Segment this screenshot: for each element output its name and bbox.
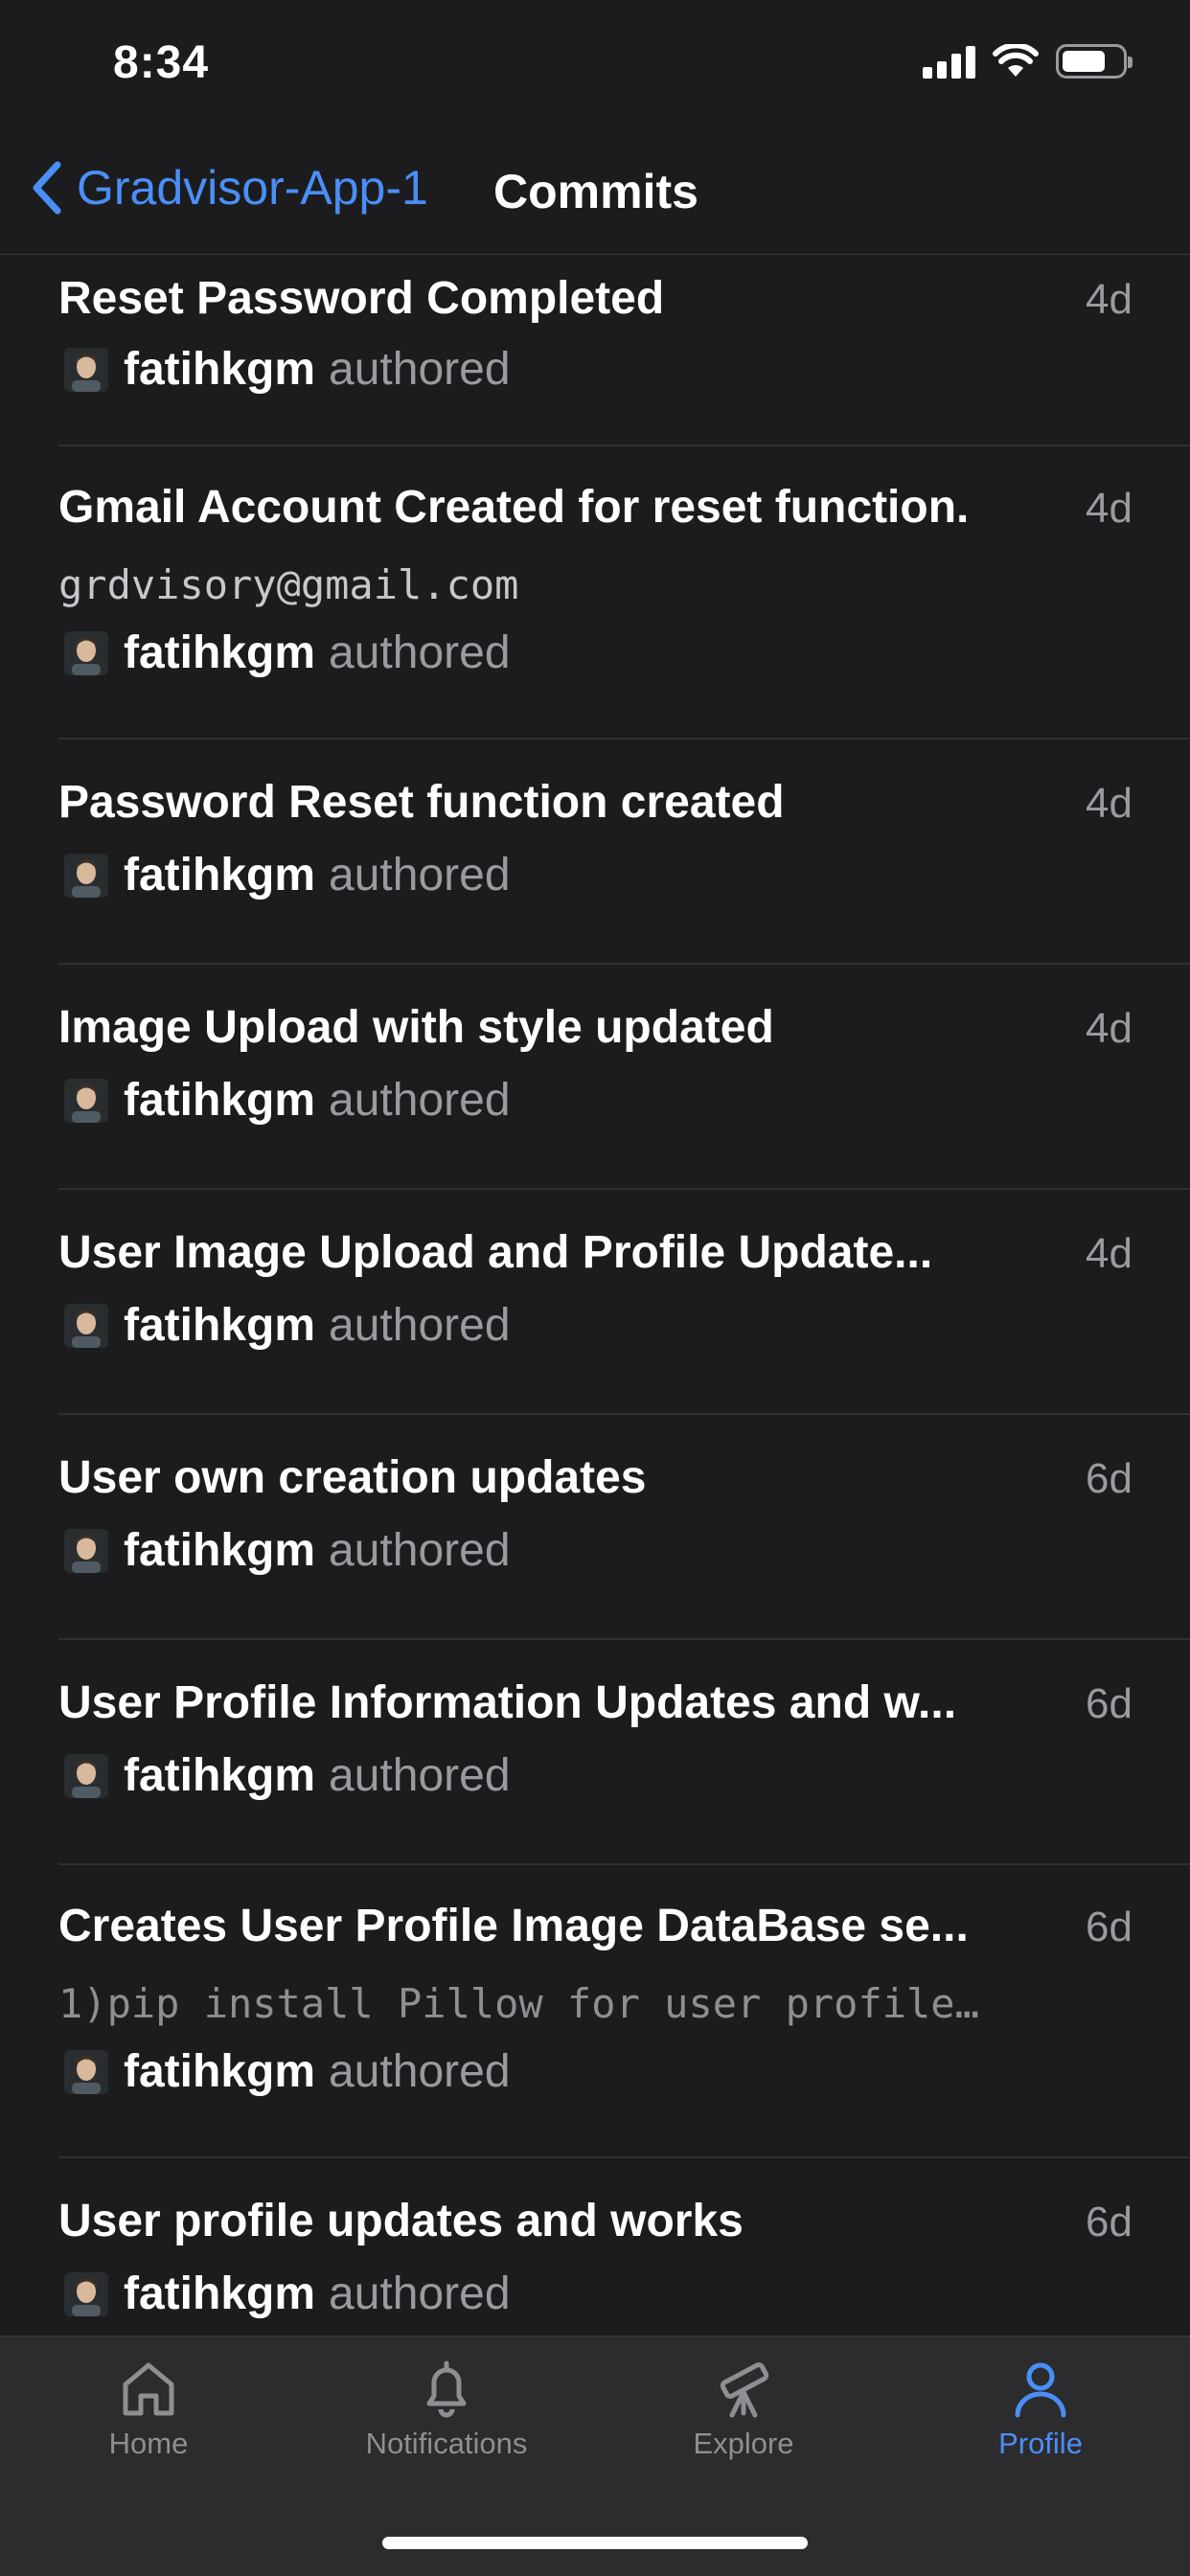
avatar[interactable]	[64, 853, 108, 898]
status-icons	[923, 44, 1133, 79]
commit-title: User Image Upload and Profile Update...	[58, 1227, 933, 1278]
commit-title: Gmail Account Created for reset function…	[58, 482, 970, 533]
commit-age: 6d	[1086, 1904, 1133, 1950]
commit-row[interactable]: Reset Password Completed 4d fatihkgm aut…	[58, 255, 1190, 446]
commit-row[interactable]: Password Reset function created 4d fatih…	[58, 740, 1190, 965]
author-action: authored	[329, 2046, 511, 2097]
tab-home[interactable]: Home	[24, 2358, 273, 2461]
commit-title: User profile updates and works	[58, 2196, 744, 2246]
person-icon	[1015, 2362, 1066, 2418]
avatar[interactable]	[64, 1303, 108, 1348]
commit-age: 4d	[1086, 276, 1133, 323]
commit-body: grdvisory@gmail.com	[58, 561, 519, 608]
commit-title: Creates User Profile Image DataBase se..…	[58, 1901, 969, 1951]
avatar[interactable]	[64, 347, 108, 392]
commit-age: 6d	[1086, 1680, 1133, 1727]
tab-profile[interactable]: Profile	[916, 2358, 1165, 2461]
wifi-icon	[993, 44, 1039, 77]
author-name[interactable]: fatihkgm	[124, 849, 315, 901]
tab-label: Home	[108, 2427, 189, 2460]
author-action: authored	[329, 1300, 511, 1351]
author-action: authored	[329, 627, 511, 678]
commit-row[interactable]: User Profile Information Updates and w..…	[58, 1640, 1190, 1865]
commit-title: Reset Password Completed	[58, 273, 665, 324]
commit-age: 6d	[1086, 2199, 1133, 2245]
commit-age: 4d	[1086, 780, 1133, 827]
avatar[interactable]	[64, 630, 108, 675]
author-name[interactable]: fatihkgm	[124, 1074, 315, 1127]
status-bar: 8:34	[0, 0, 1190, 129]
author-line: fatihkgm authored	[58, 627, 511, 679]
author-action: authored	[329, 1075, 511, 1126]
commit-title: User Profile Information Updates and w..…	[58, 1677, 957, 1728]
author-line: fatihkgm authored	[58, 1524, 511, 1577]
page-title: Commits	[493, 165, 698, 218]
commit-age: 4d	[1086, 1005, 1133, 1052]
cellular-signal-icon	[923, 44, 975, 79]
author-action: authored	[329, 850, 511, 900]
commit-row[interactable]: User profile updates and works 6d fatihk…	[58, 2158, 1190, 2336]
avatar[interactable]	[64, 2271, 108, 2316]
avatar[interactable]	[64, 1078, 108, 1123]
telescope-icon	[720, 2362, 769, 2418]
commit-age: 4d	[1086, 1230, 1133, 1277]
author-name[interactable]: fatihkgm	[124, 1524, 315, 1577]
author-line: fatihkgm authored	[58, 343, 511, 396]
author-name[interactable]: fatihkgm	[124, 1749, 315, 1802]
battery-icon	[1056, 44, 1133, 79]
author-action: authored	[329, 2268, 511, 2319]
tab-explore[interactable]: Explore	[619, 2358, 868, 2461]
commit-row[interactable]: Gmail Account Created for reset function…	[58, 446, 1190, 740]
home-indicator[interactable]	[382, 2537, 808, 2549]
commit-title: Image Upload with style updated	[58, 1002, 774, 1053]
commit-row[interactable]: Creates User Profile Image DataBase se..…	[58, 1865, 1190, 2158]
back-label: Gradvisor-App-1	[77, 161, 428, 215]
author-line: fatihkgm authored	[58, 2268, 511, 2320]
author-line: fatihkgm authored	[58, 1749, 511, 1802]
tab-label: Explore	[693, 2427, 794, 2460]
commit-title: User own creation updates	[58, 1452, 647, 1503]
author-name[interactable]: fatihkgm	[124, 2045, 315, 2098]
commit-row[interactable]: Image Upload with style updated 4d fatih…	[58, 965, 1190, 1190]
commit-row[interactable]: User own creation updates 6d fatihkgm au…	[58, 1415, 1190, 1640]
author-action: authored	[329, 1750, 511, 1801]
author-line: fatihkgm authored	[58, 849, 511, 901]
status-time: 8:34	[113, 37, 210, 88]
back-button[interactable]: Gradvisor-App-1	[31, 160, 428, 216]
avatar[interactable]	[64, 2049, 108, 2094]
author-name[interactable]: fatihkgm	[124, 627, 315, 679]
commit-title: Password Reset function created	[58, 777, 785, 828]
navigation-bar: Gradvisor-App-1 Commits	[0, 129, 1190, 255]
commit-age: 4d	[1086, 485, 1133, 532]
commit-body: 1)pip install Pillow for user profile…	[58, 1980, 979, 2027]
home-icon	[123, 2362, 174, 2416]
author-name[interactable]: fatihkgm	[124, 343, 315, 396]
tab-notifications[interactable]: Notifications	[322, 2358, 571, 2461]
avatar[interactable]	[64, 1753, 108, 1798]
tab-label: Profile	[998, 2427, 1083, 2460]
commit-row[interactable]: User Image Upload and Profile Update... …	[58, 1190, 1190, 1415]
author-name[interactable]: fatihkgm	[124, 2268, 315, 2320]
bell-icon	[426, 2360, 467, 2418]
commit-age: 6d	[1086, 1455, 1133, 1502]
author-line: fatihkgm authored	[58, 1299, 511, 1352]
tab-label: Notifications	[365, 2427, 528, 2460]
author-action: authored	[329, 344, 511, 395]
commit-list[interactable]: Reset Password Completed 4d fatihkgm aut…	[0, 255, 1190, 2336]
avatar[interactable]	[64, 1528, 108, 1573]
author-action: authored	[329, 1525, 511, 1576]
author-line: fatihkgm authored	[58, 2045, 511, 2098]
author-line: fatihkgm authored	[58, 1074, 511, 1127]
author-name[interactable]: fatihkgm	[124, 1299, 315, 1352]
chevron-left-icon	[33, 161, 61, 215]
